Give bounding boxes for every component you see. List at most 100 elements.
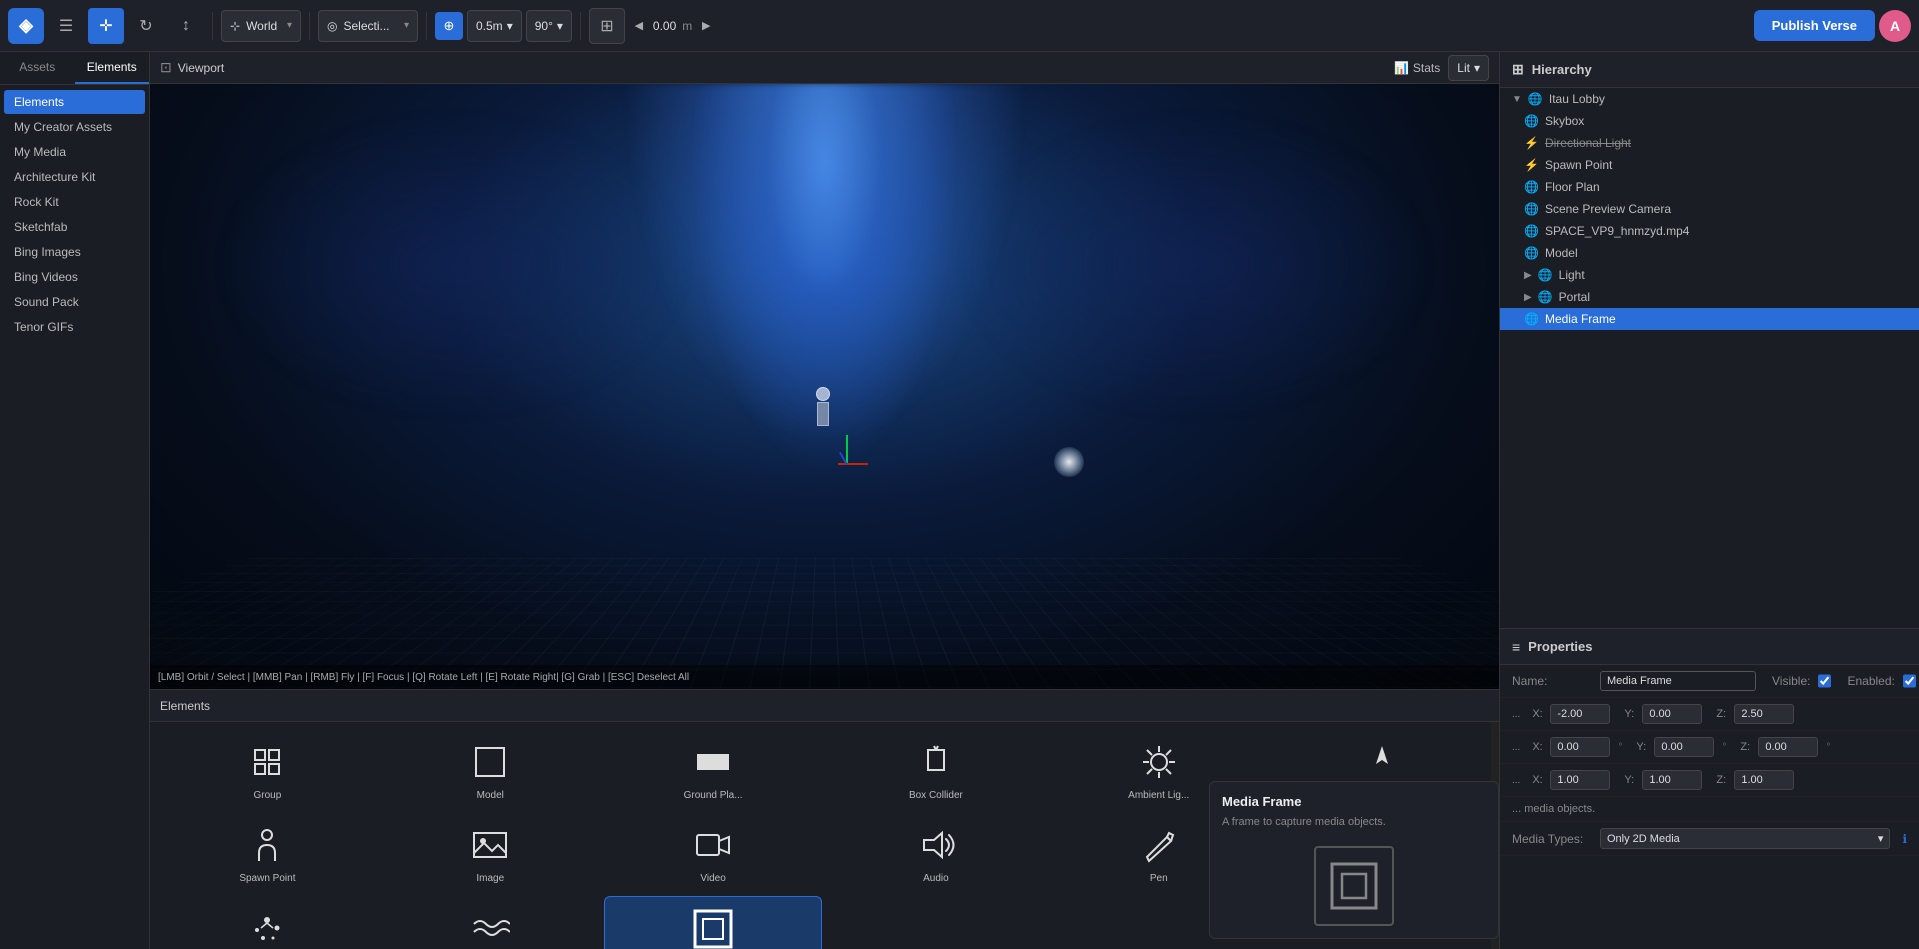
sidebar-item-bing-videos[interactable]: Bing Videos <box>4 265 145 289</box>
hier-portal[interactable]: ▶ 🌐 Portal <box>1500 286 1919 308</box>
pos-y-input[interactable] <box>1642 704 1702 724</box>
box-collider-icon <box>912 738 960 786</box>
property-scale-row: ... X: Y: Z: <box>1500 764 1919 797</box>
viewport-title: Viewport <box>178 61 224 75</box>
snap-distance-dropdown[interactable]: 0.5m ▾ <box>467 10 522 42</box>
tab-elements[interactable]: Elements <box>75 52 150 84</box>
pos-y-label: Y: <box>1624 708 1634 720</box>
properties-section: ≡ Properties Name: Visible: Enabled: ...… <box>1500 629 1919 949</box>
sidebar-item-my-media[interactable]: My Media <box>4 140 145 164</box>
move-tool-button[interactable]: ✛ <box>88 8 124 44</box>
snap-distance-value: 0.5m <box>476 19 503 33</box>
hier-media-frame[interactable]: 🌐 Media Frame <box>1500 308 1919 330</box>
element-media-frame[interactable]: Media Frame <box>604 896 823 949</box>
scale-z-label: Z: <box>1716 774 1726 786</box>
hier-space-vp9[interactable]: 🌐 SPACE_VP9_hnmzyd.mp4 <box>1500 220 1919 242</box>
element-water[interactable]: Water <box>381 896 600 949</box>
hier-model[interactable]: 🌐 Model <box>1500 242 1919 264</box>
sidebar-item-bing-images[interactable]: Bing Images <box>4 240 145 264</box>
pos-x-input[interactable] <box>1550 704 1610 724</box>
user-avatar[interactable]: A <box>1879 10 1911 42</box>
publish-verse-button[interactable]: Publish Verse <box>1754 10 1875 41</box>
viewport-3d[interactable]: [LMB] Orbit / Select | [MMB] Pan | [RMB]… <box>150 84 1499 689</box>
sidebar-item-sketchfab[interactable]: Sketchfab <box>4 215 145 239</box>
app-logo[interactable]: ◈ <box>8 8 44 44</box>
ambient-light-label: Ambient Lig... <box>1128 790 1189 801</box>
portal-icon: 🌐 <box>1538 290 1553 304</box>
element-box-collider[interactable]: Box Collider <box>826 730 1045 809</box>
stats-button[interactable]: 📊 Stats <box>1394 61 1440 75</box>
grid-toggle-button[interactable]: ⊞ <box>589 8 625 44</box>
divider-1 <box>212 12 213 40</box>
media-frame-hier-icon: 🌐 <box>1524 312 1539 326</box>
snap-icon-btn[interactable]: ⊕ <box>435 12 463 40</box>
box-collider-label: Box Collider <box>909 790 963 801</box>
world-icon-itau: 🌐 <box>1528 92 1543 106</box>
nebula-right <box>959 114 1431 417</box>
selection-dropdown[interactable]: ◎ Selecti... ▾ <box>318 10 418 42</box>
scale-y-input[interactable] <box>1642 770 1702 790</box>
hier-spawn-point[interactable]: ⚡ Spawn Point <box>1500 154 1919 176</box>
sidebar-item-tenor-gifs[interactable]: Tenor GIFs <box>4 315 145 339</box>
hier-scene-preview[interactable]: 🌐 Scene Preview Camera <box>1500 198 1919 220</box>
pen-label: Pen <box>1150 873 1168 884</box>
hier-label-space-vp9: SPACE_VP9_hnmzyd.mp4 <box>1545 224 1690 238</box>
sidebar-item-architecture-kit[interactable]: Architecture Kit <box>4 165 145 189</box>
media-types-dropdown[interactable]: Only 2D Media ▾ <box>1600 828 1890 849</box>
sidebar-item-rock-kit[interactable]: Rock Kit <box>4 190 145 214</box>
media-types-caret: ▾ <box>1878 832 1884 845</box>
rot-y-input[interactable] <box>1654 737 1714 757</box>
hier-itau-lobby[interactable]: ▼ 🌐 Itau Lobby <box>1500 88 1919 110</box>
viewport-canvas <box>150 84 1499 689</box>
divider-2 <box>309 12 310 40</box>
property-position-row: ... X: Y: Z: <box>1500 698 1919 731</box>
element-group[interactable]: Group <box>158 730 377 809</box>
refresh-button[interactable]: ↻ <box>128 8 164 44</box>
hier-directional-light[interactable]: ⚡ Directional Light <box>1500 132 1919 154</box>
menu-button[interactable]: ☰ <box>48 8 84 44</box>
hier-light[interactable]: ▶ 🌐 Light <box>1500 264 1919 286</box>
hier-floor-plan[interactable]: 🌐 Floor Plan <box>1500 176 1919 198</box>
ambient-light-icon <box>1135 738 1183 786</box>
element-video[interactable]: Video <box>604 813 823 892</box>
grid-decrement-button[interactable]: ◀ <box>629 10 649 42</box>
enabled-label: Enabled: <box>1847 674 1894 688</box>
world-dropdown[interactable]: ⊹ World ▾ <box>221 10 301 42</box>
rot-z-input[interactable] <box>1758 737 1818 757</box>
snap-angle-caret: ▾ <box>557 19 563 33</box>
sidebar-item-sound-pack[interactable]: Sound Pack <box>4 290 145 314</box>
video-label: Video <box>700 873 725 884</box>
scale-z-input[interactable] <box>1734 770 1794 790</box>
tab-assets[interactable]: Assets <box>0 52 75 84</box>
sidebar-item-my-creator-assets[interactable]: My Creator Assets <box>4 115 145 139</box>
visible-checkbox[interactable] <box>1818 674 1831 688</box>
arrow-up-button[interactable]: ↕ <box>168 8 204 44</box>
scale-row-icon: ... <box>1512 775 1520 786</box>
snap-angle-dropdown[interactable]: 90° ▾ <box>526 10 572 42</box>
properties-title: Properties <box>1528 639 1592 654</box>
element-audio[interactable]: Audio <box>826 813 1045 892</box>
rot-x-input[interactable] <box>1550 737 1610 757</box>
model-label: Model <box>477 790 504 801</box>
snap-distance-caret: ▾ <box>507 19 513 33</box>
hier-skybox[interactable]: 🌐 Skybox <box>1500 110 1919 132</box>
element-model[interactable]: Model <box>381 730 600 809</box>
target-icon: ◎ <box>327 19 337 33</box>
sidebar-item-elements[interactable]: Elements <box>4 90 145 114</box>
hier-label-media-frame: Media Frame <box>1545 312 1616 326</box>
name-input[interactable] <box>1600 671 1756 691</box>
name-label: Name: <box>1512 674 1592 688</box>
group-icon <box>243 738 291 786</box>
media-types-info-icon[interactable]: ℹ <box>1902 832 1907 846</box>
element-spawn-point[interactable]: Spawn Point <box>158 813 377 892</box>
grid-increment-button[interactable]: ▶ <box>696 10 716 42</box>
pos-z-input[interactable] <box>1734 704 1794 724</box>
enabled-checkbox[interactable] <box>1903 674 1916 688</box>
scale-x-input[interactable] <box>1550 770 1610 790</box>
lit-dropdown[interactable]: Lit ▾ <box>1448 55 1489 81</box>
element-particle[interactable]: Particle <box>158 896 377 949</box>
spawn-point-label: Spawn Point <box>239 873 295 884</box>
element-image[interactable]: Image <box>381 813 600 892</box>
property-desc-row: ... media objects. <box>1500 797 1919 822</box>
element-ground-plane[interactable]: Ground Pla... <box>604 730 823 809</box>
